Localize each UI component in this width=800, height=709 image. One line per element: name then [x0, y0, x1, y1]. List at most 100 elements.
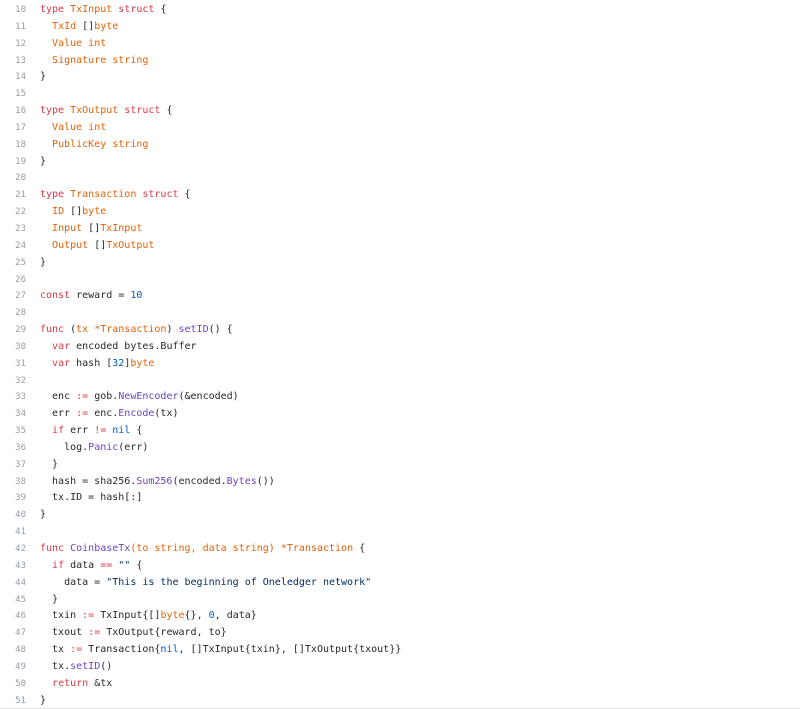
line-code: const reward = 10	[26, 288, 142, 305]
line-code: hash = sha256.Sum256(encoded.Bytes())	[26, 474, 275, 491]
code-token: :=	[70, 644, 89, 656]
code-token: :=	[88, 627, 107, 639]
line-code: Value int	[26, 120, 106, 137]
code-line: 41	[0, 524, 800, 541]
code-token: reward =	[76, 290, 131, 302]
code-token: err	[70, 425, 95, 437]
line-number: 38	[15, 476, 26, 487]
code-line: 19}	[0, 154, 800, 171]
code-token: Output	[52, 239, 95, 251]
code-token: tx.ID = hash[:]	[40, 492, 143, 504]
code-token: Transaction	[70, 189, 143, 201]
code-token: err	[40, 408, 77, 420]
code-token: byte	[130, 357, 155, 369]
code-line: 14}	[0, 69, 800, 86]
code-token: var	[52, 357, 77, 369]
code-token: []	[94, 239, 107, 251]
code-line: 39 tx.ID = hash[:]	[0, 490, 800, 507]
line-code: return &tx	[26, 676, 112, 693]
code-line: 13 Signature string	[0, 53, 800, 70]
line-number: 14	[15, 72, 26, 83]
code-line: 11 TxId []byte	[0, 19, 800, 36]
line-number: 37	[15, 459, 26, 470]
line-code: }	[26, 507, 46, 524]
line-code: }	[26, 154, 46, 171]
code-token: }	[40, 256, 47, 268]
code-token: gob.	[94, 391, 119, 403]
code-token: Sum256	[136, 475, 173, 487]
line-number: 51	[15, 695, 26, 706]
code-line: 25}	[0, 255, 800, 272]
line-number: 28	[15, 308, 26, 319]
code-token: (err)	[118, 441, 149, 453]
line-number: 44	[15, 577, 26, 588]
code-token: {},	[184, 610, 209, 622]
code-token: data =	[40, 576, 107, 588]
code-token: CoinbaseTx	[70, 543, 131, 554]
line-number: 36	[15, 442, 26, 453]
code-line: 36 log.Panic(err)	[0, 440, 800, 457]
code-token: NewEncoder	[118, 391, 179, 403]
line-number: 46	[15, 611, 26, 622]
code-token: , data}	[214, 610, 257, 622]
code-token: PublicKey	[52, 138, 113, 150]
line-number: 11	[15, 21, 26, 32]
code-line: 20	[0, 170, 800, 187]
line-code: func (tx *Transaction) setID() {	[26, 322, 233, 339]
code-token: byte	[160, 610, 185, 622]
code-token: , []TxInput{txin}, []TxOutput{txout}}	[178, 644, 402, 656]
code-token: struct	[142, 189, 185, 201]
code-token: func	[40, 324, 71, 336]
code-token: TxInput{[]	[100, 610, 161, 622]
code-token: 32	[112, 357, 125, 369]
line-number: 23	[15, 223, 26, 234]
code-token: ""	[118, 559, 137, 571]
code-line: 10 type TxInput struct {	[0, 2, 800, 19]
code-token: :=	[76, 408, 95, 420]
line-code: Input []TxInput	[26, 221, 142, 238]
line-number: 45	[15, 594, 26, 605]
code-line: 23 Input []TxInput	[0, 221, 800, 238]
line-number: 10	[15, 5, 26, 15]
code-token: struct	[118, 4, 161, 15]
line-code: enc := gob.NewEncoder(&encoded)	[26, 389, 239, 406]
code-token: :=	[76, 391, 95, 403]
code-token: tx.	[40, 660, 71, 672]
code-token: byte	[94, 20, 119, 32]
code-token: struct	[124, 105, 167, 117]
code-token: tx *Transaction	[76, 324, 167, 336]
code-token: setID	[70, 660, 101, 672]
code-token: type	[40, 189, 71, 201]
code-token: hash [	[76, 357, 113, 369]
line-number: 32	[15, 375, 26, 386]
code-token: {	[166, 105, 173, 117]
line-number: 41	[15, 527, 26, 538]
code-line: 18 PublicKey string	[0, 137, 800, 154]
line-code: type Transaction struct {	[26, 187, 191, 204]
line-number: 13	[15, 55, 26, 66]
code-line: 26	[0, 272, 800, 289]
code-token: if	[52, 559, 71, 571]
code-token: []	[82, 20, 95, 32]
code-line: 34 err := enc.Encode(tx)	[0, 406, 800, 423]
code-token: ==	[100, 559, 119, 571]
code-token: nil	[160, 644, 179, 656]
line-code: txin := TxInput{[]byte{}, 0, data}	[26, 608, 257, 625]
line-number: 19	[15, 156, 26, 167]
code-token: (&encoded)	[178, 391, 239, 403]
code-token: Encode	[118, 408, 155, 420]
line-number: 34	[15, 409, 26, 420]
line-number: 24	[15, 240, 26, 251]
line-number: 12	[15, 38, 26, 49]
code-token: Input	[52, 222, 89, 234]
line-code: if err != nil {	[26, 423, 142, 440]
code-token: }	[40, 694, 47, 706]
line-number: 47	[15, 628, 26, 639]
code-token: txout	[40, 627, 89, 639]
code-line: 31 var hash [32]byte	[0, 356, 800, 373]
